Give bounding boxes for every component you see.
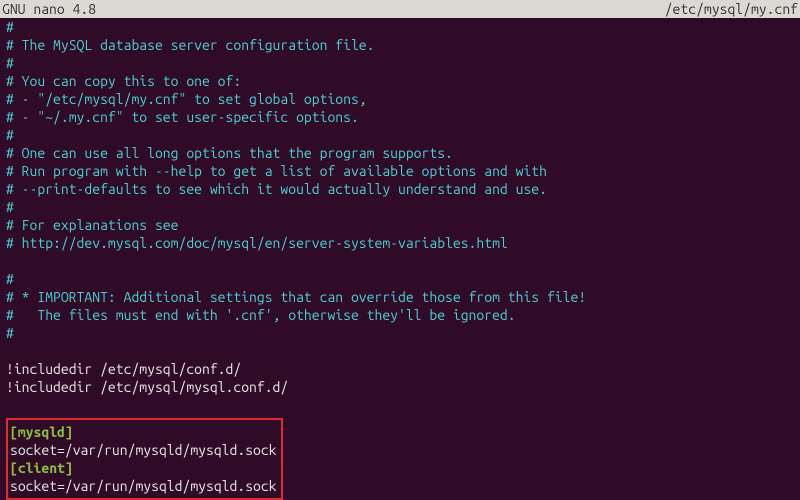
file-line: # - "~/.my.cnf" to set user-specific opt… [6,108,794,126]
file-line: [client] [10,459,277,477]
file-line: !includedir /etc/mysql/mysql.conf.d/ [6,378,794,396]
file-path: /etc/mysql/my.cnf [665,0,798,18]
file-line: # [6,198,794,216]
file-line: # Run program with --help to get a list … [6,162,794,180]
file-line: # [6,54,794,72]
file-line: socket=/var/run/mysqld/mysqld.sock [10,477,277,495]
file-line: # [6,324,794,342]
file-line: # The MySQL database server configuratio… [6,36,794,54]
file-line: # For explanations see [6,216,794,234]
file-line: # The files must end with '.cnf', otherw… [6,306,794,324]
file-line: # One can use all long options that the … [6,144,794,162]
file-line: # You can copy this to one of: [6,72,794,90]
file-line: # --print-defaults to see which it would… [6,180,794,198]
file-line: [mysqld] [10,423,277,441]
file-line: !includedir /etc/mysql/conf.d/ [6,360,794,378]
file-line: # [6,18,794,36]
blank-line [6,342,794,360]
editor-viewport[interactable]: # # The MySQL database server configurat… [0,18,800,500]
file-line: # [6,126,794,144]
annotation-highlight: [mysqld] socket=/var/run/mysqld/mysqld.s… [6,418,283,500]
blank-line [6,396,794,414]
file-line: # - "/etc/mysql/my.cnf" to set global op… [6,90,794,108]
nano-titlebar: GNU nano 4.8 /etc/mysql/my.cnf [0,0,800,18]
file-line: # [6,270,794,288]
app-name: GNU nano 4.8 [2,0,665,18]
file-line: # * IMPORTANT: Additional settings that … [6,288,794,306]
blank-line [6,252,794,270]
file-line: # http://dev.mysql.com/doc/mysql/en/serv… [6,234,794,252]
file-line: socket=/var/run/mysqld/mysqld.sock [10,441,277,459]
